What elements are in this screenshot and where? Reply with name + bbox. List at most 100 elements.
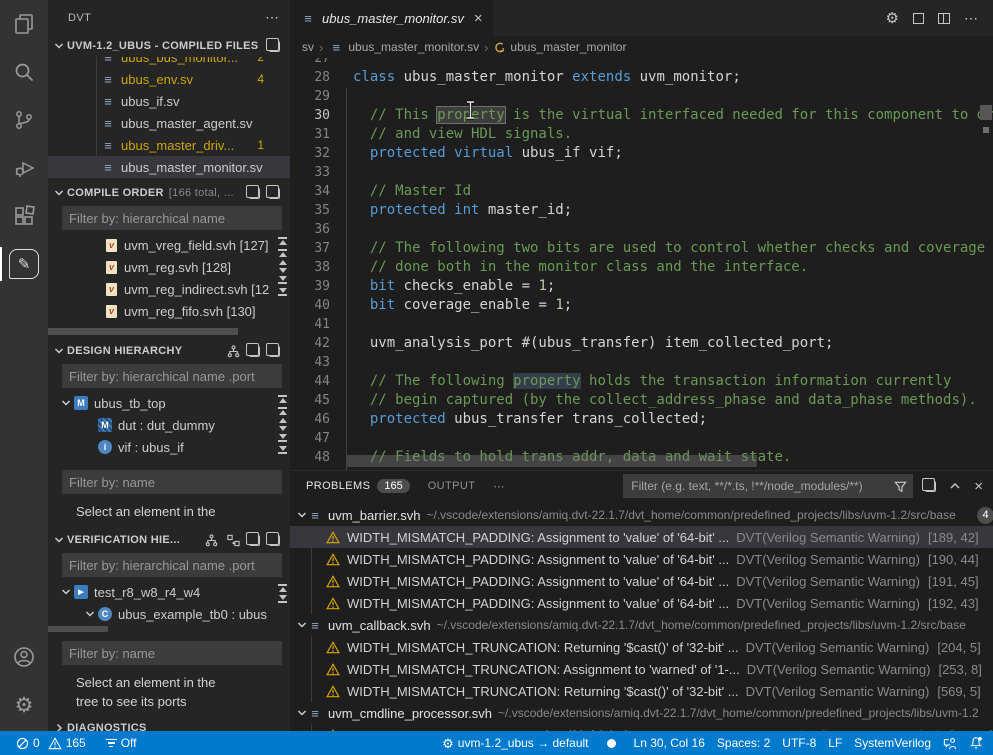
expand-all-icon[interactable] [249, 346, 260, 357]
collapse-all-icon[interactable] [269, 41, 280, 52]
tab-output[interactable]: OUTPUT [428, 480, 476, 492]
scroll-top-icon[interactable] [278, 394, 287, 403]
extensions-icon[interactable] [0, 192, 48, 240]
sidebar-more-actions-icon[interactable]: ⋯ [265, 9, 280, 26]
scroll-down-icon[interactable] [279, 426, 287, 431]
scroll-top-icon[interactable] [278, 236, 287, 245]
problem-row[interactable]: WIDTH_MISMATCH_TRUNCATION: Returning '$c… [290, 636, 993, 658]
dvt-filter-status[interactable]: Off [100, 731, 143, 755]
scroll-bottom-icon[interactable] [278, 446, 287, 455]
section-verification-hierarchy[interactable]: VERIFICATION HIE... [48, 529, 290, 551]
line-number[interactable]: 41 [290, 315, 330, 334]
verification-node[interactable]: ▶test_r8_w8_r4_w4 [48, 581, 290, 603]
code-line[interactable]: 40 bit coverage_enable = 1; [290, 296, 993, 315]
problem-row[interactable]: WIDTH_MISMATCH_PADDING: Assignment to 'v… [290, 548, 993, 570]
compile-order-filter-input[interactable] [62, 206, 282, 230]
line-number[interactable]: 28 [290, 68, 330, 87]
line-number[interactable]: 37 [290, 239, 330, 258]
scroll-page-down-icon[interactable] [278, 434, 287, 443]
code-line[interactable]: 42 uvm_analysis_port #(ubus_transfer) it… [290, 334, 993, 353]
dvt-icon[interactable]: ✎ [0, 240, 48, 288]
file-item[interactable]: ≡ubus_master_monitor.sv [48, 156, 290, 178]
scroll-top-icon[interactable] [278, 583, 287, 592]
design-node[interactable]: Mdut : dut_dummy [48, 414, 290, 436]
code-line[interactable]: 39 bit checks_enable = 1; [290, 277, 993, 296]
section-diagnostics[interactable]: DIAGNOSTICS [48, 717, 290, 731]
collapse-all-icon[interactable] [269, 346, 280, 357]
expand-all-icon[interactable] [249, 188, 260, 199]
line-number[interactable]: 44 [290, 372, 330, 391]
file-item[interactable]: ≡ubus_if.sv [48, 90, 290, 112]
hierarchy-tree-icon[interactable] [227, 345, 240, 358]
code-line[interactable]: 33 [290, 163, 993, 182]
problem-group-row[interactable]: ≡uvm_callback.svh~/.vscode/extensions/am… [290, 614, 993, 636]
design-name-filter-input[interactable] [62, 470, 282, 494]
tab-problems[interactable]: PROBLEMS 165 [306, 479, 410, 493]
compile-order-item[interactable]: vuvm_reg_indirect.svh [12 [48, 278, 290, 300]
scroll-up-icon[interactable] [279, 418, 287, 423]
line-number[interactable]: 29 [290, 87, 330, 106]
section-design-hierarchy[interactable]: DESIGN HIERARCHY [48, 340, 290, 362]
layout-icon[interactable] [913, 13, 924, 24]
line-number[interactable]: 48 [290, 448, 330, 467]
run-settings-gear-icon[interactable]: ⚙ [886, 11, 899, 26]
problem-row[interactable]: WIDTH_MISMATCH_PADDING: Assignment to 'v… [290, 526, 993, 548]
line-number[interactable]: 40 [290, 296, 330, 315]
code-editor[interactable]: 2728class ubus_master_monitor extends uv… [290, 58, 993, 470]
design-node[interactable]: Mubus_tb_top [48, 392, 290, 414]
language-mode-status[interactable]: SystemVerilog [848, 736, 937, 750]
tab-ubus-master-monitor[interactable]: ≡ ubus_master_monitor.sv × [290, 0, 493, 36]
file-item[interactable]: ≡ubus_bus_monitor...2 [48, 57, 290, 68]
horizontal-scrollbar[interactable] [48, 328, 238, 335]
scroll-page-up-icon[interactable] [278, 248, 287, 257]
eol-status[interactable]: LF [822, 736, 848, 750]
horizontal-scrollbar[interactable] [48, 626, 108, 632]
line-number[interactable]: 35 [290, 201, 330, 220]
scroll-page-down-icon[interactable] [278, 276, 287, 285]
scroll-up-icon[interactable] [279, 260, 287, 265]
problem-group-row[interactable]: ≡uvm_barrier.svh~/.vscode/extensions/ami… [290, 504, 993, 526]
code-line[interactable]: 46 protected ubus_transfer trans_collect… [290, 410, 993, 429]
line-number[interactable]: 38 [290, 258, 330, 277]
code-line[interactable]: 29 [290, 87, 993, 106]
close-icon[interactable]: × [474, 10, 483, 27]
map-to-icon[interactable] [227, 534, 240, 547]
collapse-all-icon[interactable] [269, 535, 280, 546]
problem-group-row[interactable]: ≡uvm_cmdline_processor.svh~/.vscode/exte… [290, 702, 993, 724]
problem-row[interactable]: SYSTEM_VERILOG-2012: Expecting 'ifdef' l… [290, 724, 993, 731]
compile-order-item[interactable]: vuvm_reg_fifo.svh [130] [48, 300, 290, 322]
encoding-status[interactable]: UTF-8 [776, 736, 822, 750]
breadcrumb-root[interactable]: sv [302, 40, 314, 54]
line-number[interactable]: 30 [290, 106, 330, 125]
line-number[interactable]: 43 [290, 353, 330, 372]
cursor-position-status[interactable]: Ln 30, Col 16 [628, 736, 711, 750]
collapse-all-icon[interactable] [269, 188, 280, 199]
problem-row[interactable]: WIDTH_MISMATCH_PADDING: Assignment to 'v… [290, 570, 993, 592]
file-item[interactable]: ≡ubus_env.sv4 [48, 68, 290, 90]
problem-row[interactable]: WIDTH_MISMATCH_PADDING: Assignment to 'v… [290, 592, 993, 614]
code-line[interactable]: 47 [290, 429, 993, 448]
run-debug-icon[interactable] [0, 144, 48, 192]
code-line[interactable]: 35 protected int master_id; [290, 201, 993, 220]
maximize-panel-icon[interactable] [949, 480, 961, 492]
design-hierarchy-filter-input[interactable] [62, 364, 282, 388]
build-config-status[interactable]: ⚙ uvm-1.2_ubus → default [436, 736, 594, 750]
indentation-status[interactable]: Spaces: 2 [711, 736, 776, 750]
more-actions-icon[interactable]: ⋯ [964, 10, 979, 27]
file-item[interactable]: ≡ubus_master_driv...1 [48, 134, 290, 156]
breadcrumb-file[interactable]: ≡ ubus_master_monitor.sv [328, 40, 479, 55]
compile-order-item[interactable]: vuvm_reg.svh [128] [48, 256, 290, 278]
close-panel-icon[interactable]: × [974, 478, 983, 495]
language-status-dot[interactable] [601, 739, 622, 748]
code-line[interactable]: 27 [290, 58, 993, 68]
line-number[interactable]: 34 [290, 182, 330, 201]
code-line[interactable]: 44 // The following property holds the t… [290, 372, 993, 391]
code-line[interactable]: 43 [290, 353, 993, 372]
problem-row[interactable]: WIDTH_MISMATCH_TRUNCATION: Assignment to… [290, 658, 993, 680]
compile-order-item[interactable]: vuvm_vreg_field.svh [127] [48, 234, 290, 256]
verification-name-filter-input[interactable] [62, 641, 282, 665]
code-line[interactable]: 30 // This property is the virtual inter… [290, 106, 993, 125]
split-editor-icon[interactable] [938, 13, 950, 24]
design-node[interactable]: ivif : ubus_if [48, 436, 290, 458]
settings-gear-icon[interactable]: ⚙ [0, 681, 48, 729]
